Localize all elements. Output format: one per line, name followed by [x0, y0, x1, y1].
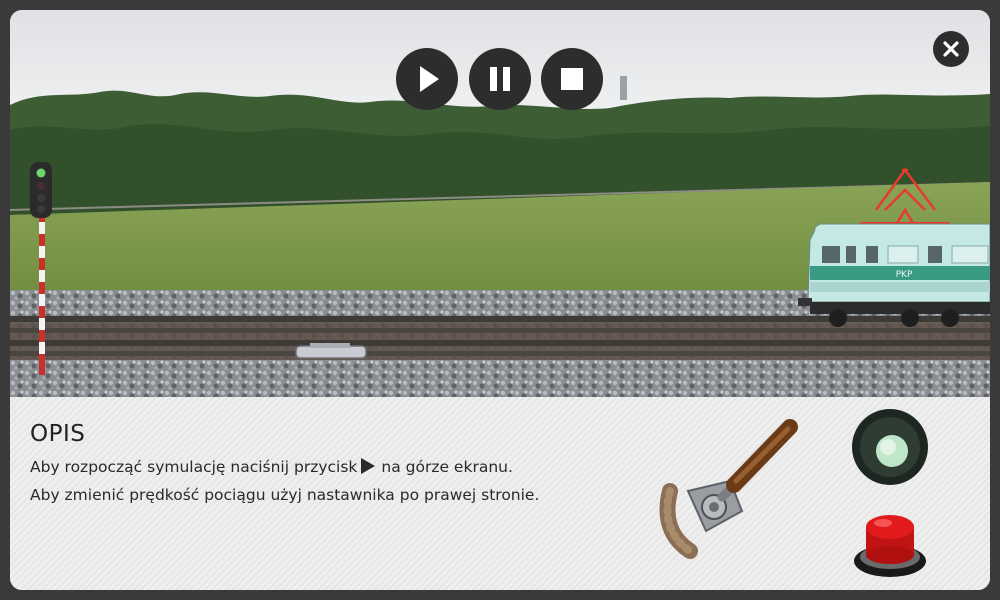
- app-frame: PKP OPIS Aby rozpocząć symulację naciśni…: [0, 0, 1000, 600]
- signal-green-light: [36, 168, 46, 178]
- opis-line-start-suffix: na górze ekranu.: [381, 458, 513, 476]
- opis-line-start: Aby rozpocząć symulację naciśnij przycis…: [30, 458, 513, 476]
- chimney: [620, 76, 627, 100]
- opis-line-speed: Aby zmienić prędkość pociągu użyj nastaw…: [30, 486, 540, 504]
- opis-title: OPIS: [30, 421, 86, 447]
- stop-button[interactable]: [541, 48, 603, 110]
- pause-button[interactable]: [469, 48, 531, 110]
- stop-icon: [561, 68, 583, 90]
- close-icon: [943, 41, 959, 57]
- track-sensor: [295, 343, 367, 359]
- close-button[interactable]: [933, 31, 969, 67]
- play-glyph-icon: [361, 458, 376, 474]
- opis-line-start-prefix: Aby rozpocząć symulację naciśnij przycis…: [30, 458, 358, 476]
- speed-controller-handle[interactable]: [650, 411, 810, 561]
- play-button[interactable]: [396, 48, 458, 110]
- indicator-lamp: [852, 409, 928, 485]
- play-icon: [420, 66, 439, 92]
- description-panel: OPIS Aby rozpocząć symulację naciśnij pr…: [10, 397, 990, 590]
- emergency-stop-button[interactable]: [850, 501, 930, 581]
- simulation-window: PKP OPIS Aby rozpocząć symulację naciśni…: [10, 10, 990, 590]
- pause-icon: [490, 67, 510, 91]
- train-livery-label: PKP: [896, 270, 913, 280]
